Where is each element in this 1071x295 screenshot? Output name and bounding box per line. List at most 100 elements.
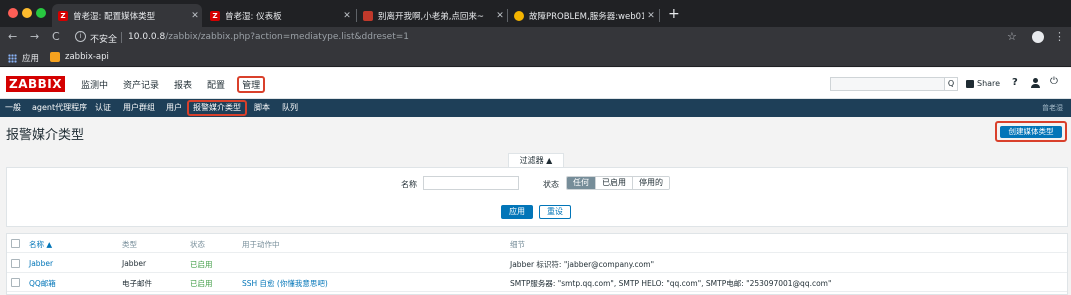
status-option-any[interactable]: 任何 [567,177,595,189]
media-type-name-link[interactable]: QQ邮箱 [29,278,56,289]
sign-out-icon[interactable]: ⏻ [1050,76,1058,87]
media-type-actions[interactable]: SSH 自愈 (你懂我意思吧) [242,278,328,289]
tab-title: 故障PROBLEM,服务器:web013 [529,11,644,22]
column-header-details: 细节 [510,240,525,249]
tab-title: 曾老湿: 仪表板 [225,11,282,22]
column-header-name[interactable]: 名称 ▲ [29,239,52,250]
submenu-user-groups[interactable]: 用户群组 [123,102,155,113]
bookmark-zabbix-api[interactable]: zabbix-api [50,52,109,62]
profile-avatar-icon[interactable] [1032,31,1044,43]
close-tab-icon[interactable]: ✕ [340,11,354,21]
submenu-proxies[interactable]: agent代理程序 [32,102,87,113]
submenu-queue[interactable]: 队列 [282,102,298,113]
table-header-row: 名称 ▲ 类型 状态 用于动作中 细节 [7,234,1067,253]
tab-separator [659,9,660,22]
tab-title: 曾老湿: 配置媒体类型 [73,11,156,22]
filter-name-label: 名称 [401,180,417,189]
chrome-favicon-icon [514,10,524,21]
bookmark-apps[interactable]: 应用 [8,52,39,64]
menu-reports[interactable]: 报表 [171,76,195,93]
zabbix-logo[interactable]: ZABBIX [6,76,65,92]
menu-inventory[interactable]: 资产记录 [120,76,162,93]
filter-name-input[interactable] [423,176,519,190]
bookmark-favicon-icon [50,52,60,62]
status-segmented-control: 任何 已启用 停用的 [566,176,670,190]
select-all-checkbox[interactable] [11,239,20,248]
submenu-user-name: 曾老湿 [1042,104,1063,112]
global-search-input[interactable] [830,77,946,91]
submenu-users[interactable]: 用户 [166,102,182,113]
create-media-type-highlight: 创建媒体类型 [995,121,1067,142]
url-host: 10.0.0.8 [128,32,166,42]
apply-filter-button[interactable]: 应用 [501,205,533,219]
browser-toolbar: ← → C i 不安全 10.0.0.8/zabbix/zabbix.php?a… [0,27,1071,48]
media-type-type: 电子邮件 [122,279,152,288]
browser-tab-strip: Z 曾老湿: 配置媒体类型 ✕ Z 曾老湿: 仪表板 ✕ 别离开我啊,小老弟,点… [0,0,1071,27]
bookmarks-bar: 应用 zabbix-api [0,48,1071,67]
browser-tab-problem[interactable]: 故障PROBLEM,服务器:web013 ✕ [508,4,658,27]
filter-panel: 名称 状态 任何 已启用 停用的 应用 重设 [6,167,1068,227]
browser-tab-mediatype[interactable]: Z 曾老湿: 配置媒体类型 ✕ [52,4,202,27]
column-header-used-in-actions: 用于动作中 [242,240,280,249]
column-header-status: 状态 [190,240,205,249]
tab-title: 别离开我啊,小老弟,点回来~ [378,11,485,22]
address-bar[interactable]: 10.0.0.8/zabbix/zabbix.php?action=mediat… [128,32,409,42]
media-type-status[interactable]: 已启用 [190,278,213,289]
page-title: 报警媒介类型 [6,128,85,143]
close-tab-icon[interactable]: ✕ [188,11,202,21]
share-label: Share [977,79,1001,88]
zabbix-favicon-icon: Z [58,10,68,21]
zabbix-favicon-icon: Z [210,10,220,21]
bookmark-star-icon[interactable]: ☆ [1007,30,1017,43]
browser-tab-alert[interactable]: 别离开我啊,小老弟,点回来~ ✕ [357,4,507,27]
browser-menu-icon[interactable]: ⋮ [1054,30,1065,43]
close-tab-icon[interactable]: ✕ [644,11,658,21]
user-profile-icon[interactable] [1031,78,1040,88]
submenu-general[interactable]: 一般 [5,102,21,113]
back-arrow-icon[interactable]: ← [8,30,17,43]
help-icon[interactable]: ? [1012,77,1018,88]
close-tab-icon[interactable]: ✕ [493,11,507,21]
close-window-icon[interactable] [8,8,18,18]
submenu-scripts[interactable]: 脚本 [254,102,270,113]
share-link[interactable]: Share [966,79,1000,88]
bookmark-label: 应用 [22,54,40,64]
zabbix-header: ZABBIX 监测中 资产记录 报表 配置 管理 Q Share ? ⏻ [0,68,1071,99]
apps-grid-icon [8,53,17,63]
media-type-details: SMTP服务器: "smtp.qq.com", SMTP HELO: "qq.c… [510,279,832,288]
menu-administration[interactable]: 管理 [237,76,266,93]
menu-configuration[interactable]: 配置 [204,76,228,93]
media-type-details: Jabber 标识符: "jabber@company.com" [510,260,655,269]
main-menu: 监测中 资产记录 报表 配置 管理 [78,76,274,93]
status-option-disabled[interactable]: 停用的 [632,177,669,189]
minimize-window-icon[interactable] [22,8,32,18]
filter-status-label: 状态 [543,180,559,189]
submenu-media-types[interactable]: 报警媒介类型 [187,100,247,116]
media-type-name-link[interactable]: Jabber [29,259,53,268]
row-checkbox[interactable] [11,278,20,287]
row-checkbox[interactable] [11,259,20,268]
media-types-table: 名称 ▲ 类型 状态 用于动作中 细节 Jabber Jabber 已启用 Ja… [6,233,1068,295]
reset-filter-button[interactable]: 重设 [539,205,571,219]
info-icon[interactable]: i [75,31,86,42]
filter-toggle-tab[interactable]: 过滤器 ▲ [508,153,564,167]
page-favicon-icon [363,10,373,21]
url-separator [121,32,122,43]
submenu-authentication[interactable]: 认证 [95,102,111,113]
url-path: /zabbix/zabbix.php?action=mediatype.list… [165,32,410,42]
table-row: Jabber Jabber 已启用 Jabber 标识符: "jabber@co… [7,254,1067,273]
browser-tab-dashboard[interactable]: Z 曾老湿: 仪表板 ✕ [204,4,354,27]
new-tab-button[interactable]: + [668,6,680,22]
admin-submenu: 一般 agent代理程序 认证 用户群组 用户 报警媒介类型 脚本 队列 曾老湿 [0,99,1071,117]
security-label[interactable]: 不安全 [90,32,117,45]
maximize-window-icon[interactable] [36,8,46,18]
search-icon[interactable]: Q [944,77,958,91]
media-type-status[interactable]: 已启用 [190,259,213,270]
create-media-type-button[interactable]: 创建媒体类型 [1000,126,1062,138]
forward-arrow-icon[interactable]: → [30,30,39,43]
column-header-type: 类型 [122,240,137,249]
status-option-enabled[interactable]: 已启用 [595,177,632,189]
reload-icon[interactable]: C [52,30,60,43]
menu-monitoring[interactable]: 监测中 [78,76,111,93]
bookmark-label: zabbix-api [65,52,109,62]
